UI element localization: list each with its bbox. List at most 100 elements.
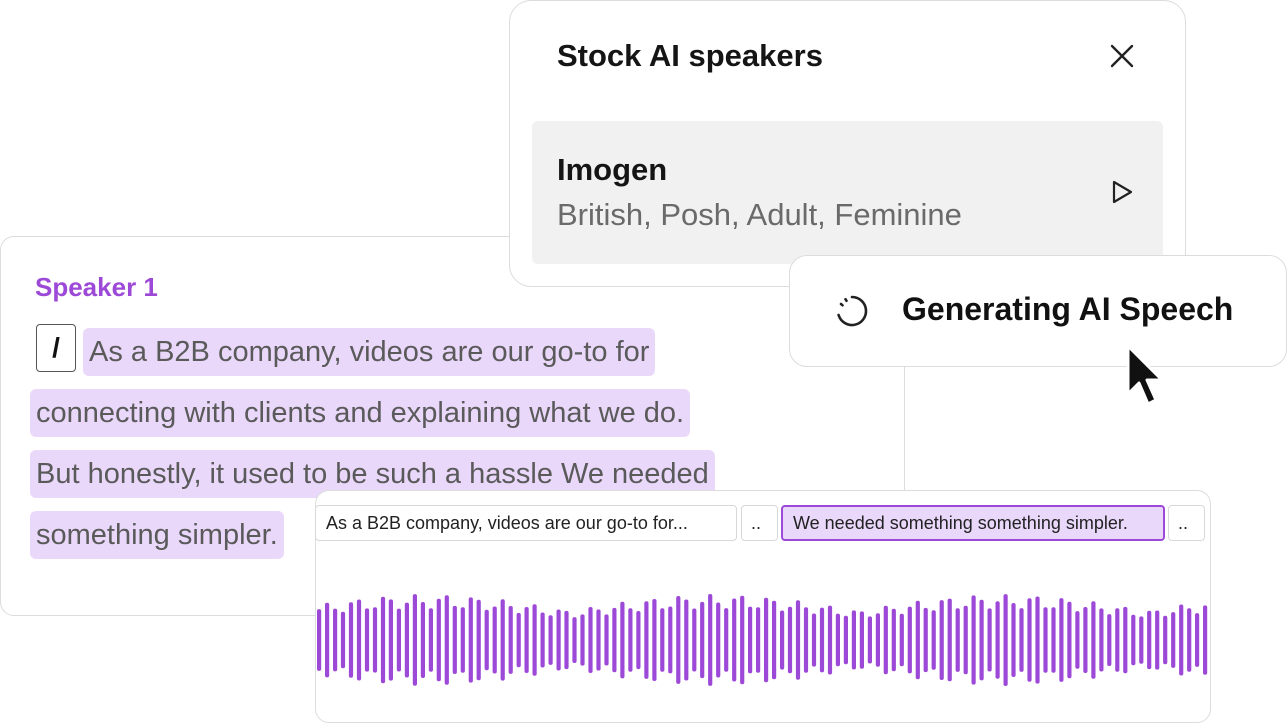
loading-spinner-icon xyxy=(837,295,868,327)
waveform-bar xyxy=(899,613,904,667)
waveform-bar xyxy=(612,607,617,673)
waveform-bar xyxy=(1139,616,1144,664)
script-line-4[interactable]: something simpler. xyxy=(30,511,284,559)
waveform-bar xyxy=(843,615,848,665)
waveform-bar xyxy=(963,605,968,675)
waveform-bar xyxy=(756,607,761,673)
script-line-2[interactable]: connecting with clients and explaining w… xyxy=(30,389,691,437)
close-button[interactable] xyxy=(1104,38,1140,74)
waveform-bar xyxy=(883,605,888,675)
waveform-bar xyxy=(644,601,649,679)
waveform-bar xyxy=(811,613,817,667)
waveform-bar xyxy=(979,599,984,681)
waveform-bar xyxy=(460,607,465,673)
waveform-bar xyxy=(1035,596,1040,684)
waveform-bar xyxy=(772,600,777,680)
waveform-bar xyxy=(380,596,386,684)
waveform-bar xyxy=(1003,594,1008,686)
waveform-bar xyxy=(1019,608,1024,672)
waveform-bar xyxy=(508,606,513,674)
waveform-bar xyxy=(740,595,745,685)
waveform-bar xyxy=(372,607,378,673)
speaker-label[interactable]: Speaker 1 xyxy=(35,272,158,303)
waveform-bar xyxy=(1131,614,1136,666)
waveform-bar xyxy=(532,604,537,676)
waveform-bar xyxy=(1011,603,1016,677)
waveform-bar xyxy=(1187,608,1192,672)
waveform-bar xyxy=(907,606,912,674)
voice-tags: British, Posh, Adult, Feminine xyxy=(557,197,962,232)
waveform-bar xyxy=(476,599,481,681)
waveform-bar xyxy=(851,610,856,670)
waveform-bar xyxy=(444,595,449,685)
waveform-bar xyxy=(1067,601,1072,679)
waveform-bar xyxy=(388,599,393,681)
waveform-bar xyxy=(668,606,673,674)
waveform-bar xyxy=(987,608,992,672)
waveform-bar xyxy=(420,602,425,678)
waveform-bar xyxy=(795,600,801,680)
waveform-bar xyxy=(652,599,657,681)
voice-option-imogen[interactable] xyxy=(532,121,1163,264)
waveform-bar xyxy=(819,607,825,673)
waveform-bar xyxy=(404,602,409,678)
waveform-bar xyxy=(1091,601,1096,679)
waveform-bar xyxy=(708,594,713,686)
slash-command-key[interactable]: / xyxy=(36,324,76,372)
waveform-bar xyxy=(1075,611,1080,669)
waveform-bar xyxy=(955,608,960,672)
audio-waveform[interactable] xyxy=(316,590,1210,690)
waveform-bar xyxy=(628,608,633,672)
waveform-bar xyxy=(1107,614,1112,666)
waveform-bar xyxy=(891,608,896,672)
waveform-bar xyxy=(1155,610,1160,670)
waveform-bar xyxy=(396,608,401,672)
waveform-bar xyxy=(1203,605,1208,675)
waveform-bar xyxy=(724,608,729,672)
timeline-segment-gap-2[interactable]: .. xyxy=(1168,505,1205,541)
waveform-bar xyxy=(556,609,561,671)
waveform-bar xyxy=(1043,607,1048,673)
waveform-bar xyxy=(620,601,625,679)
waveform-bar xyxy=(803,607,809,673)
waveform-bar xyxy=(1195,613,1200,667)
waveform-bar xyxy=(939,600,944,680)
waveform-bar xyxy=(540,612,545,668)
waveform-bar xyxy=(875,613,880,667)
waveform-bar xyxy=(764,597,769,683)
timeline-segment-active[interactable]: We needed something something simpler. xyxy=(781,505,1165,541)
play-icon xyxy=(1112,180,1133,204)
waveform-bar xyxy=(1083,607,1088,673)
waveform-bar xyxy=(995,601,1000,679)
waveform-bar xyxy=(859,611,864,669)
script-line-1[interactable]: As a B2B company, videos are our go-to f… xyxy=(83,328,656,376)
waveform-bar xyxy=(1027,598,1032,682)
waveform-bar xyxy=(325,602,330,678)
waveform-bar xyxy=(356,599,362,681)
play-preview-button[interactable] xyxy=(1106,176,1138,208)
waveform-bar xyxy=(867,616,872,664)
waveform-bar xyxy=(333,608,338,672)
waveform-bar xyxy=(748,606,753,674)
timeline-segment-gap-1[interactable]: .. xyxy=(741,505,778,541)
mouse-pointer-icon xyxy=(1126,344,1164,406)
waveform-bar xyxy=(636,611,641,670)
waveform-bar xyxy=(1123,606,1128,674)
waveform-bar xyxy=(317,609,322,671)
waveform-bar xyxy=(604,614,609,666)
waveform-bar xyxy=(780,610,785,670)
waveform-bar xyxy=(931,610,936,670)
waveform-bar xyxy=(1051,607,1056,673)
waveform-bar xyxy=(548,615,553,665)
waveform-bar xyxy=(1099,608,1104,672)
waveform-bar xyxy=(348,602,354,678)
waveform-bar xyxy=(492,606,497,674)
waveform-bar xyxy=(732,598,737,682)
waveform-bar xyxy=(923,607,928,673)
waveform-bar xyxy=(500,599,505,681)
waveform-bar xyxy=(452,605,457,674)
waveform-bar xyxy=(835,613,840,667)
timeline-segment-1[interactable]: As a B2B company, videos are our go-to f… xyxy=(315,505,737,541)
generating-text: Generating AI Speech xyxy=(902,291,1234,327)
waveform-bar xyxy=(971,595,976,685)
